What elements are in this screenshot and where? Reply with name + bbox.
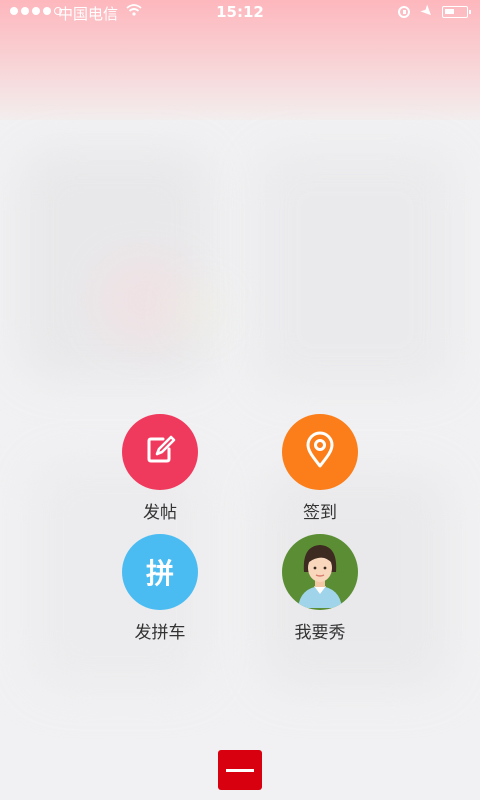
show-label: 我要秀 [294, 623, 346, 643]
post-action[interactable]: 发帖 [100, 414, 220, 523]
carpool-action[interactable]: 拼 发拼车 [100, 534, 220, 643]
checkin-label: 签到 [303, 503, 337, 523]
rotation-lock-icon [398, 6, 410, 18]
post-button[interactable] [122, 414, 198, 490]
carpool-label: 发拼车 [134, 623, 186, 643]
checkin-action[interactable]: 签到 [260, 414, 380, 523]
location-pin-icon [303, 431, 337, 473]
close-button[interactable] [218, 750, 262, 790]
status-bar: 中国电信 15:12 ➤ [0, 0, 480, 26]
checkin-button[interactable] [282, 414, 358, 490]
show-button[interactable] [282, 534, 358, 610]
edit-icon [142, 432, 178, 472]
avatar-icon [282, 534, 358, 610]
carpool-icon: 拼 [145, 557, 174, 590]
show-action[interactable]: 我要秀 [260, 534, 380, 643]
carpool-button[interactable]: 拼 [122, 534, 198, 610]
minus-icon [226, 768, 254, 772]
blurred-background [0, 0, 480, 800]
battery-icon [442, 6, 471, 18]
post-label: 发帖 [143, 503, 177, 523]
